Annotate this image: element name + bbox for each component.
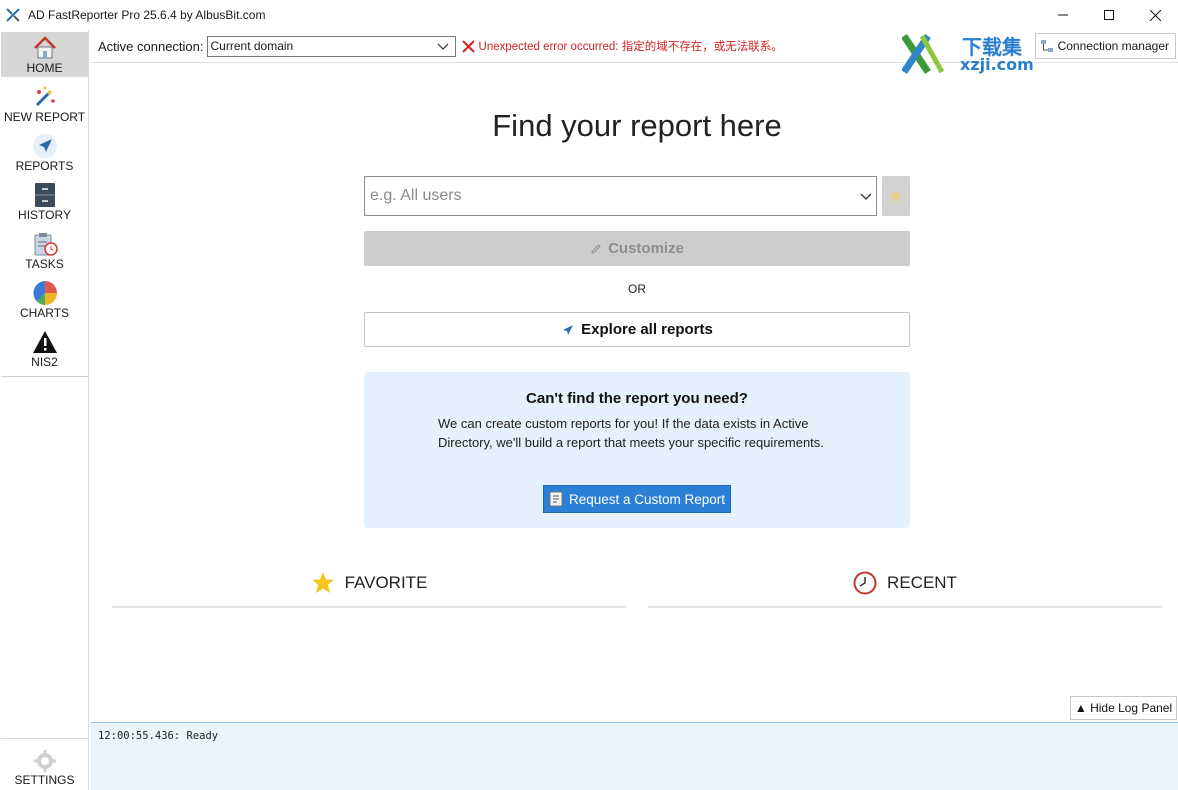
star-icon [311, 572, 334, 593]
custom-report-panel: Can't find the report you need? We can c… [364, 372, 910, 528]
hide-log-panel-button[interactable]: ▲ Hide Log Panel [1070, 696, 1177, 720]
magic-wand-icon [35, 86, 55, 107]
favorite-label: FAVORITE [344, 573, 428, 592]
maximize-icon [1104, 10, 1114, 20]
recent-divider [648, 606, 1162, 608]
explore-all-reports-button[interactable]: Explore all reports [364, 312, 910, 347]
customize-label: Customize [608, 240, 684, 257]
clipboard-clock-icon [34, 233, 58, 256]
sidebar-item-label: HOME [26, 61, 63, 75]
request-custom-report-label: Request a Custom Report [568, 491, 726, 507]
or-separator: OR [628, 282, 646, 296]
sidebar-item-home[interactable]: HOME [1, 32, 88, 77]
explore-label: Explore all reports [581, 321, 713, 338]
add-favorite-button[interactable] [882, 176, 910, 216]
recent-section-header: RECENT [648, 566, 1162, 600]
gear-icon [33, 750, 56, 772]
warning-icon [32, 331, 57, 353]
cabinet-icon [34, 183, 55, 207]
chevron-down-icon[interactable] [859, 189, 873, 203]
connection-select[interactable]: Current domain [206, 35, 456, 57]
sidebar-item-new-report[interactable]: NEW REPORT [1, 81, 88, 126]
watermark-logo: 下载集 xzji.com [901, 32, 1042, 76]
title-bar: AD FastReporter Pro 25.6.4 by AlbusBit.c… [0, 0, 1178, 30]
sidebar: HOME NEW REPORT REPORTS HISTORY TASKS CH… [0, 30, 89, 790]
maximize-button[interactable] [1086, 0, 1132, 30]
window-title: AD FastReporter Pro 25.6.4 by AlbusBit.c… [28, 8, 266, 22]
sidebar-item-label: HISTORY [18, 208, 71, 222]
navigation-arrow-icon [563, 324, 574, 335]
sidebar-item-label: TASKS [25, 257, 64, 271]
star-icon [889, 189, 903, 203]
watermark-logo-image: 下载集 xzji.com [901, 34, 1034, 74]
connection-manager-button[interactable]: Connection manager [1034, 33, 1176, 59]
favorite-divider [112, 606, 626, 608]
minimize-button[interactable] [1040, 0, 1086, 30]
pie-chart-icon [32, 281, 57, 305]
customize-button[interactable]: Customize [364, 231, 910, 266]
custom-report-description: We can create custom reports for you! If… [438, 416, 824, 450]
pencil-icon [591, 243, 601, 254]
connection-select-value: Current domain [210, 39, 294, 53]
minimize-icon [1058, 14, 1068, 16]
favorite-section-header: FAVORITE [112, 566, 626, 600]
navigation-arrow-icon [32, 134, 57, 158]
connection-manager-label: Connection manager [1057, 39, 1169, 53]
report-search-placeholder: e.g. All users [370, 187, 462, 204]
log-panel: 12:00:55.436: Ready [91, 722, 1178, 790]
log-entry: 12:00:55.436: Ready [98, 730, 219, 742]
sidebar-item-label: CHARTS [19, 306, 70, 320]
request-custom-report-button[interactable]: Request a Custom Report [543, 485, 731, 513]
sidebar-item-label: NIS2 [31, 355, 58, 369]
svg-text:xzji.com: xzji.com [960, 55, 1034, 74]
sidebar-item-label: NEW REPORT [3, 110, 86, 124]
sidebar-item-nis2[interactable]: NIS2 [1, 326, 88, 371]
close-icon [1149, 9, 1161, 21]
sidebar-item-charts[interactable]: CHARTS [1, 277, 88, 322]
sidebar-item-history[interactable]: HISTORY [1, 179, 88, 224]
close-button[interactable] [1132, 0, 1178, 30]
recent-label: RECENT [887, 573, 957, 592]
page-title: Find your report here [492, 108, 782, 143]
error-x-icon [461, 39, 475, 53]
settings-label: SETTINGS [14, 773, 75, 787]
app-logo-icon [6, 8, 20, 22]
clock-icon [853, 571, 877, 595]
chevron-down-icon [437, 43, 448, 50]
sidebar-item-reports[interactable]: REPORTS [1, 130, 88, 175]
connection-error-message: Unexpected error occurred: 指定的域不存在，或无法联系… [478, 41, 783, 53]
report-search-input[interactable]: e.g. All users [364, 176, 877, 216]
sidebar-item-label: REPORTS [15, 159, 74, 173]
home-icon [33, 36, 56, 59]
custom-report-title: Can't find the report you need? [526, 390, 748, 407]
connection-label: Active connection: [98, 38, 204, 54]
sidebar-divider [1, 376, 88, 377]
sidebar-item-settings[interactable]: SETTINGS [1, 738, 88, 790]
sidebar-item-tasks[interactable]: TASKS [1, 228, 88, 273]
document-icon [549, 491, 563, 507]
